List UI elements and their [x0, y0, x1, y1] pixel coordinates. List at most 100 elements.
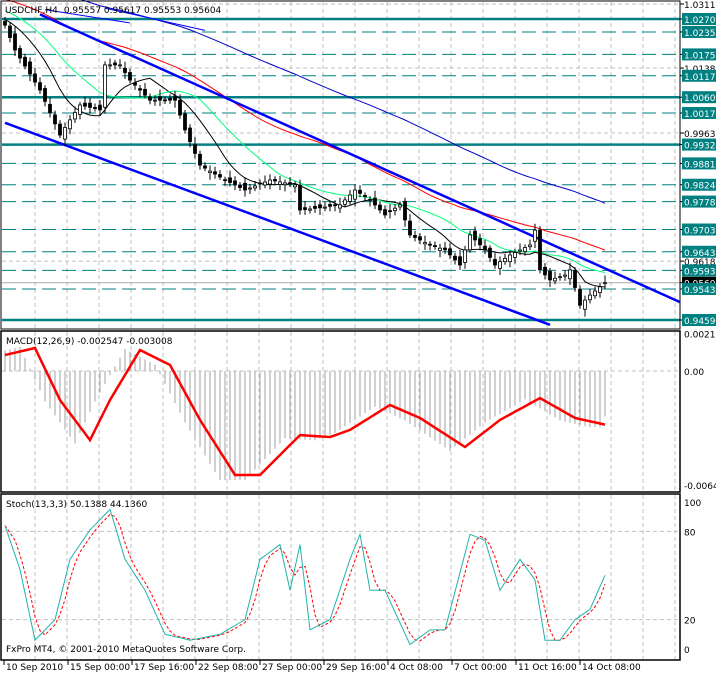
candle-body: [273, 179, 277, 182]
candle-body: [248, 187, 252, 190]
candle-body: [348, 194, 352, 202]
candle-body: [513, 252, 517, 258]
price-label: 0.97789: [684, 199, 716, 209]
candle-body: [88, 102, 92, 108]
candle-body: [418, 236, 422, 241]
candle-body: [283, 182, 287, 186]
candle-body: [188, 127, 192, 143]
candle-body: [8, 25, 12, 39]
candle-body: [123, 67, 127, 73]
macd-axis-label: -0.0064: [684, 482, 716, 492]
candle-body: [18, 48, 22, 59]
macd-axis-label: 0.00: [684, 368, 704, 378]
price-label: 0.97036: [684, 227, 716, 237]
candle-body: [358, 189, 362, 194]
candle-body: [28, 61, 32, 75]
price-label: 1.02357: [684, 29, 716, 39]
candle-body: [98, 104, 102, 111]
candle-body: [118, 64, 122, 67]
candle-body: [543, 266, 547, 276]
price-label: 1.03110: [684, 1, 716, 11]
candle-body: [278, 181, 282, 185]
candle-body: [138, 88, 142, 91]
candle-body: [288, 182, 292, 185]
price-label: 0.99635: [684, 130, 716, 140]
candle-body: [338, 204, 342, 209]
main-panel-border: [0, 0, 681, 330]
copyright-text: FxPro MT4, © 2001-2010 MetaQuotes Softwa…: [6, 645, 246, 655]
candle-body: [568, 269, 572, 280]
candle-body: [473, 230, 477, 241]
candle-body: [428, 243, 432, 246]
candle-body: [78, 104, 82, 115]
candle-body: [198, 153, 202, 166]
chart-canvas[interactable]: 1.031101.027061.023571.017521.013851.011…: [0, 0, 716, 673]
time-label: 15 Sep 00:00: [70, 663, 130, 673]
price-label: 1.00600: [684, 94, 716, 104]
stoch-axis-label: 20: [684, 617, 696, 627]
candle-body: [483, 245, 487, 251]
candle-body: [208, 170, 212, 173]
candle-body: [38, 82, 42, 91]
price-label: 0.95435: [684, 286, 716, 296]
candle-body: [548, 271, 552, 281]
time-label: 22 Sep 08:00: [198, 663, 258, 673]
candle-body: [583, 299, 587, 310]
candle-body: [588, 294, 592, 301]
price-label: 1.01752: [684, 51, 716, 61]
candle-body: [253, 185, 257, 189]
candle-body: [363, 194, 367, 198]
candle-body: [243, 182, 247, 191]
candle-body: [143, 88, 147, 96]
candle-body: [73, 112, 77, 120]
price-label: 0.98242: [684, 182, 716, 192]
price-label: 1.00174: [684, 110, 716, 120]
candles: [3, 16, 607, 317]
candle-body: [163, 99, 167, 102]
candle-body: [173, 95, 177, 101]
price-label: 0.95935: [684, 267, 716, 277]
candle-body: [13, 33, 17, 51]
stoch-axis-label: 80: [684, 528, 696, 538]
candle-body: [313, 205, 317, 209]
candle-body: [108, 64, 112, 67]
candle-body: [498, 261, 502, 269]
candle-body: [93, 107, 97, 110]
candle-body: [63, 127, 67, 140]
candle-body: [193, 144, 197, 154]
candle-body: [218, 174, 222, 178]
trendline: [39, 13, 681, 304]
candle-body: [563, 274, 567, 277]
candle-body: [603, 282, 607, 285]
candle-body: [83, 102, 87, 107]
candle-body: [68, 119, 72, 130]
candle-body: [168, 98, 172, 101]
trendline: [4, 121, 551, 326]
macd-panel: [2, 346, 680, 481]
macd-axis-label: 0.00211: [684, 330, 716, 340]
candle-body: [458, 256, 462, 266]
candle-body: [263, 181, 267, 186]
candle-body: [133, 82, 137, 86]
trading-chart-window[interactable]: 1.031101.027061.023571.017521.013851.011…: [0, 0, 716, 673]
candle-body: [303, 207, 307, 210]
candle-body: [463, 249, 467, 263]
candle-body: [258, 182, 262, 185]
candle-body: [378, 204, 382, 211]
candle-body: [43, 88, 47, 102]
candle-body: [423, 242, 427, 245]
candle-body: [523, 247, 527, 252]
candle-body: [148, 96, 152, 101]
candle-body: [443, 247, 447, 251]
candle-body: [538, 229, 542, 271]
candle-body: [213, 171, 217, 175]
candle-body: [178, 99, 182, 116]
price-axis: 1.031101.027061.023571.017521.013851.011…: [680, 1, 716, 656]
candle-body: [503, 257, 507, 263]
time-label: 7 Oct 00:00: [454, 663, 507, 673]
stoch-panel: [2, 508, 680, 646]
candle-body: [293, 184, 297, 188]
candle-body: [598, 286, 602, 293]
candle-body: [353, 189, 357, 200]
candle-body: [323, 206, 327, 209]
